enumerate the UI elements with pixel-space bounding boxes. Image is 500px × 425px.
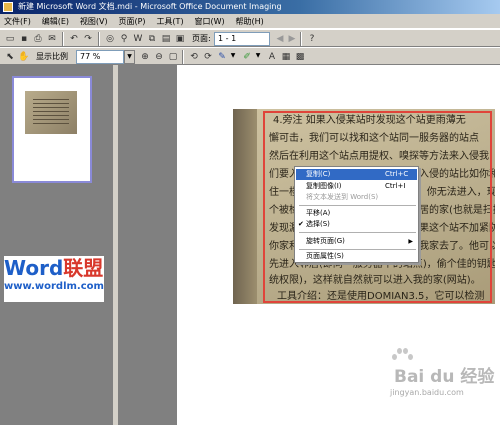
reading-view-icon[interactable]: ▣: [174, 33, 186, 45]
menu-item-send-to-word: 将文本发送到 Word(S): [306, 193, 379, 201]
logo-text: Word联盟: [4, 256, 104, 280]
menu-item-page-properties[interactable]: 页面属性(S): [296, 251, 417, 262]
logo-site: www.wordlm.com: [4, 281, 104, 292]
standard-toolbar: ▭ ▪ ⎙ ✉ ↶ ↷ ◎ ⚲ W ⧉ ▤ ▣ 页面: 1 - 1 ◀ ▶ ?: [0, 29, 500, 47]
document-background: [118, 65, 177, 425]
menu-window[interactable]: 窗口(W): [190, 14, 228, 29]
save-icon[interactable]: ▪: [18, 33, 30, 45]
ocr-icon[interactable]: ◎: [104, 33, 116, 45]
baidu-watermark: Bai du 经验 jingyan.baidu.com: [390, 346, 500, 406]
next-page-icon[interactable]: ▶: [286, 33, 298, 45]
redo-icon[interactable]: ↷: [82, 33, 94, 45]
submenu-arrow-icon: ▶: [408, 238, 413, 245]
picture-icon[interactable]: ▦: [280, 51, 292, 63]
toolbar-separator: [300, 32, 302, 46]
scan-edge: [233, 109, 257, 304]
thumbnail-image: [25, 91, 77, 134]
page-thumbnail[interactable]: [12, 76, 92, 183]
thumbnail-pane: Word联盟 www.wordlm.com: [0, 65, 113, 425]
menu-page[interactable]: 页面(P): [114, 14, 149, 29]
menu-separator: [299, 205, 416, 206]
page-field[interactable]: 1 - 1: [214, 32, 270, 46]
menu-edit[interactable]: 编辑(E): [38, 14, 73, 29]
open-icon[interactable]: ▭: [4, 33, 16, 45]
menu-separator: [299, 232, 416, 233]
email-icon[interactable]: ✉: [46, 33, 58, 45]
menu-item-rotate-page[interactable]: 旋转页面(G) ▶: [296, 236, 417, 247]
view-toolbar: ⬉ ✋ 显示比例 77 % ▼ ⊕ ⊖ ▢ ⟲ ⟳ ✎ ▼ ✐ ▼ A ▦ ▩: [0, 47, 500, 65]
pan-hand-icon[interactable]: ✋: [18, 51, 30, 63]
chevron-down-icon[interactable]: ▼: [124, 50, 135, 64]
zoom-field[interactable]: 77 %: [76, 50, 124, 64]
print-icon[interactable]: ⎙: [32, 33, 44, 45]
find-icon[interactable]: ⚲: [118, 33, 130, 45]
menu-bar: 文件(F) 编辑(E) 视图(V) 页面(P) 工具(T) 窗口(W) 帮助(H…: [0, 14, 500, 29]
zoom-label: 显示比例: [36, 52, 68, 61]
watermark-text: Bai du 经验: [394, 367, 495, 387]
pen-dropdown-icon[interactable]: ▼: [229, 50, 237, 64]
watermark-subtext: jingyan.baidu.com: [390, 388, 464, 397]
text-box-icon[interactable]: A: [266, 51, 278, 63]
window-title: 新建 Microsoft Word 文档.mdi - Microsoft Off…: [18, 2, 282, 11]
undo-icon[interactable]: ↶: [68, 33, 80, 45]
toolbar-separator: [98, 32, 100, 46]
send-to-word-icon[interactable]: W: [132, 33, 144, 45]
pen-icon[interactable]: ✎: [216, 51, 228, 63]
highlighter-icon[interactable]: ✐: [241, 51, 253, 63]
zoom-out-icon[interactable]: ⊖: [153, 51, 165, 63]
app-icon: [3, 2, 13, 12]
menu-view[interactable]: 视图(V): [76, 14, 112, 29]
rotate-left-icon[interactable]: ⟲: [188, 51, 200, 63]
toolbar-separator: [182, 50, 184, 64]
toolbar-separator: [62, 32, 64, 46]
checkmark-icon: ✔: [298, 220, 304, 228]
menu-item-pan[interactable]: 平移(A): [296, 208, 417, 219]
copy-icon[interactable]: ⧉: [146, 33, 158, 45]
highlighter-dropdown-icon[interactable]: ▼: [254, 50, 262, 64]
title-bar: 新建 Microsoft Word 文档.mdi - Microsoft Off…: [0, 0, 500, 14]
fit-page-icon[interactable]: ▢: [167, 51, 179, 63]
previous-page-icon[interactable]: ◀: [274, 33, 286, 45]
rotate-right-icon[interactable]: ⟳: [202, 51, 214, 63]
brand-logo: Word联盟 www.wordlm.com: [4, 256, 104, 302]
menu-separator: [299, 249, 416, 250]
menu-help[interactable]: 帮助(H): [231, 14, 267, 29]
context-menu: 复制(C) Ctrl+C 复制图像(I) Ctrl+I 将文本发送到 Word(S)…: [294, 166, 419, 263]
rectangle-icon[interactable]: ▩: [294, 51, 306, 63]
menu-item-select[interactable]: ✔ 选择(S): [296, 219, 417, 230]
select-pointer-icon[interactable]: ⬉: [4, 51, 16, 63]
menu-item-copy[interactable]: 复制(C) Ctrl+C: [296, 169, 417, 180]
menu-tools[interactable]: 工具(T): [152, 14, 187, 29]
menu-file[interactable]: 文件(F): [0, 14, 35, 29]
zoom-in-icon[interactable]: ⊕: [139, 51, 151, 63]
help-icon[interactable]: ?: [306, 33, 318, 45]
page-label: 页面:: [192, 34, 211, 43]
menu-item-copy-image[interactable]: 复制图像(I) Ctrl+I: [296, 181, 417, 192]
paste-icon[interactable]: ▤: [160, 33, 172, 45]
